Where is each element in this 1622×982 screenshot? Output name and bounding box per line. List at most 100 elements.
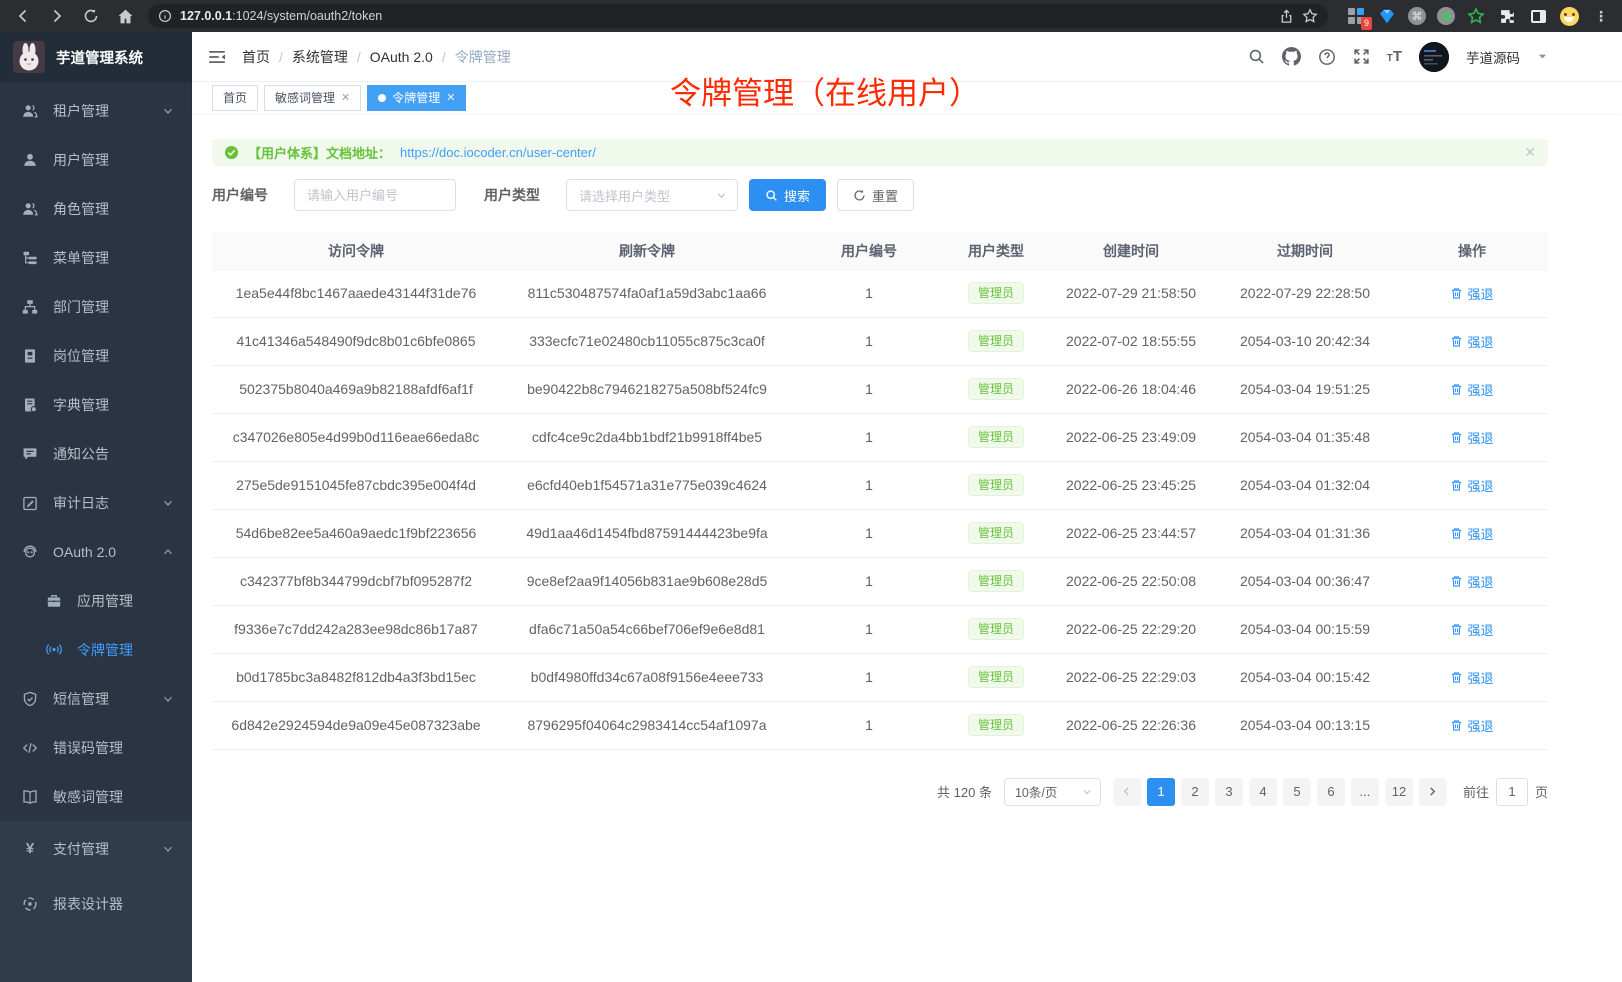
extension-recorder-icon[interactable] <box>1437 7 1455 25</box>
browser-home-icon[interactable] <box>112 3 138 29</box>
force-logout-link[interactable]: 强退 <box>1450 476 1493 495</box>
tab-令牌管理[interactable]: 令牌管理✕ <box>367 85 466 111</box>
force-logout-link[interactable]: 强退 <box>1450 332 1493 351</box>
sidebar-menu-bottom: ¥支付管理报表设计器 <box>0 821 192 982</box>
force-logout-link[interactable]: 强退 <box>1450 380 1493 399</box>
reset-button[interactable]: 重置 <box>837 179 914 211</box>
tab-close-icon[interactable]: ✕ <box>446 91 455 104</box>
font-size-icon[interactable]: TT <box>1387 49 1402 64</box>
goto-page-input[interactable] <box>1496 778 1528 806</box>
sidebar-item-sms[interactable]: 短信管理 <box>0 674 192 723</box>
prev-page-button[interactable] <box>1113 778 1141 806</box>
sidebar-item-label: 租户管理 <box>53 101 109 121</box>
page-button-12[interactable]: 12 <box>1385 778 1413 806</box>
sidebar-item-sensitive-word[interactable]: 敏感词管理 <box>0 772 192 821</box>
breadcrumb-item[interactable]: 系统管理 <box>292 47 348 67</box>
browser-menu-icon[interactable]: ⋮ <box>1590 8 1612 25</box>
user-id-cell: 1 <box>794 317 944 365</box>
force-logout-link[interactable]: 强退 <box>1450 524 1493 543</box>
page-size-select[interactable]: 10条/页 <box>1004 778 1101 806</box>
user-type-badge: 管理员 <box>968 282 1024 304</box>
next-page-button[interactable] <box>1419 778 1447 806</box>
force-logout-link[interactable]: 强退 <box>1450 428 1493 447</box>
sidebar-item-dept[interactable]: 部门管理 <box>0 282 192 331</box>
force-logout-link[interactable]: 强退 <box>1450 716 1493 735</box>
chevron-down-icon <box>1082 787 1092 797</box>
force-logout-link[interactable]: 强退 <box>1450 284 1493 303</box>
page-content: 【用户体系】文档地址： https://doc.iocoder.cn/user-… <box>192 113 1622 806</box>
expire-time-cell: 2054-03-04 00:36:47 <box>1214 557 1396 605</box>
browser-reload-icon[interactable] <box>78 3 104 29</box>
extension-sidebar-icon[interactable] <box>1528 6 1548 26</box>
sidebar-item-oauth2[interactable]: OAuth 2.0 <box>0 527 192 576</box>
help-icon[interactable] <box>1318 48 1336 66</box>
sidebar-item-oauth2-token[interactable]: 令牌管理 <box>0 625 192 674</box>
user-id-input[interactable] <box>294 179 456 211</box>
column-header: 过期时间 <box>1214 233 1396 269</box>
sidebar-item-dict[interactable]: 字典管理 <box>0 380 192 429</box>
browser-back-icon[interactable] <box>10 3 36 29</box>
table-row: c347026e805e4d99b0d116eae66eda8ccdfc4ce9… <box>212 413 1548 461</box>
column-header: 用户类型 <box>944 233 1048 269</box>
sidebar-item-menu[interactable]: 菜单管理 <box>0 233 192 282</box>
alert-link[interactable]: https://doc.iocoder.cn/user-center/ <box>400 145 596 160</box>
fullscreen-icon[interactable] <box>1353 48 1370 65</box>
search-icon[interactable] <box>1248 48 1265 65</box>
sidebar-item-pay[interactable]: ¥支付管理 <box>0 821 192 876</box>
search-button[interactable]: 搜索 <box>749 179 826 211</box>
page-info-icon[interactable] <box>158 9 172 23</box>
share-icon[interactable] <box>1279 9 1294 24</box>
extension-gem-icon[interactable] <box>1377 6 1397 26</box>
refresh-icon <box>853 189 866 202</box>
breadcrumb-item[interactable]: OAuth 2.0 <box>370 49 433 65</box>
address-bar[interactable]: 127.0.0.1:1024/system/oauth2/token <box>148 4 1328 28</box>
tab-敏感词管理[interactable]: 敏感词管理✕ <box>264 85 361 111</box>
refresh-token-cell: be90422b8c7946218275a508bf524fc9 <box>500 365 794 413</box>
force-logout-link[interactable]: 强退 <box>1450 572 1493 591</box>
tab-close-icon[interactable]: ✕ <box>341 91 350 104</box>
tab-首页[interactable]: 首页 <box>212 85 258 111</box>
extension-star-icon[interactable] <box>1466 6 1486 26</box>
extension-puzzle-icon[interactable] <box>1497 6 1517 26</box>
chevron-down-icon[interactable] <box>1537 51 1548 62</box>
chevron-down-icon <box>160 105 176 117</box>
sidebar-item-oauth2-app[interactable]: 应用管理 <box>0 576 192 625</box>
page-button-3[interactable]: 3 <box>1215 778 1243 806</box>
page-button-4[interactable]: 4 <box>1249 778 1277 806</box>
browser-chrome: 127.0.0.1:1024/system/oauth2/token 9 ⌘ ⋮ <box>0 0 1622 32</box>
trash-icon <box>1450 287 1463 300</box>
chevron-down-icon <box>716 190 727 201</box>
username[interactable]: 芋道源码 <box>1466 47 1520 67</box>
extension-emoji-icon[interactable] <box>1559 6 1579 26</box>
page-button-6[interactable]: 6 <box>1317 778 1345 806</box>
sidebar-item-report-designer[interactable]: 报表设计器 <box>0 876 192 931</box>
sidebar-item-error-code[interactable]: 错误码管理 <box>0 723 192 772</box>
extension-command-icon[interactable]: ⌘ <box>1408 7 1426 25</box>
sidebar-item-notice[interactable]: 通知公告 <box>0 429 192 478</box>
page-button-5[interactable]: 5 <box>1283 778 1311 806</box>
sidebar-item-label: 用户管理 <box>53 150 109 170</box>
collapse-menu-icon[interactable] <box>208 49 226 65</box>
github-icon[interactable] <box>1282 47 1301 66</box>
force-logout-link[interactable]: 强退 <box>1450 620 1493 639</box>
sidebar-item-role[interactable]: 角色管理 <box>0 184 192 233</box>
bookmark-star-icon[interactable] <box>1302 8 1318 24</box>
page-button-2[interactable]: 2 <box>1181 778 1209 806</box>
alert-close-icon[interactable]: ✕ <box>1524 144 1536 161</box>
sidebar-item-audit-log[interactable]: 审计日志 <box>0 478 192 527</box>
sidebar-item-user[interactable]: 用户管理 <box>0 135 192 184</box>
extension-grid-icon[interactable]: 9 <box>1346 6 1366 26</box>
sidebar-item-tenant[interactable]: 租户管理 <box>0 86 192 135</box>
user-type-select[interactable]: 请选择用户类型 <box>566 179 738 211</box>
user-avatar[interactable] <box>1419 42 1449 72</box>
sidebar-item-label: 令牌管理 <box>77 640 133 660</box>
force-logout-link[interactable]: 强退 <box>1450 668 1493 687</box>
breadcrumb-item[interactable]: 首页 <box>242 47 270 67</box>
trash-icon <box>1450 623 1463 636</box>
more-pages-button[interactable]: ... <box>1351 778 1379 806</box>
chevron-down-icon <box>160 843 176 855</box>
page-button-1[interactable]: 1 <box>1147 778 1175 806</box>
sidebar-item-post[interactable]: 岗位管理 <box>0 331 192 380</box>
app-logo: 芋道管理系统 <box>0 32 192 82</box>
browser-forward-icon[interactable] <box>44 3 70 29</box>
